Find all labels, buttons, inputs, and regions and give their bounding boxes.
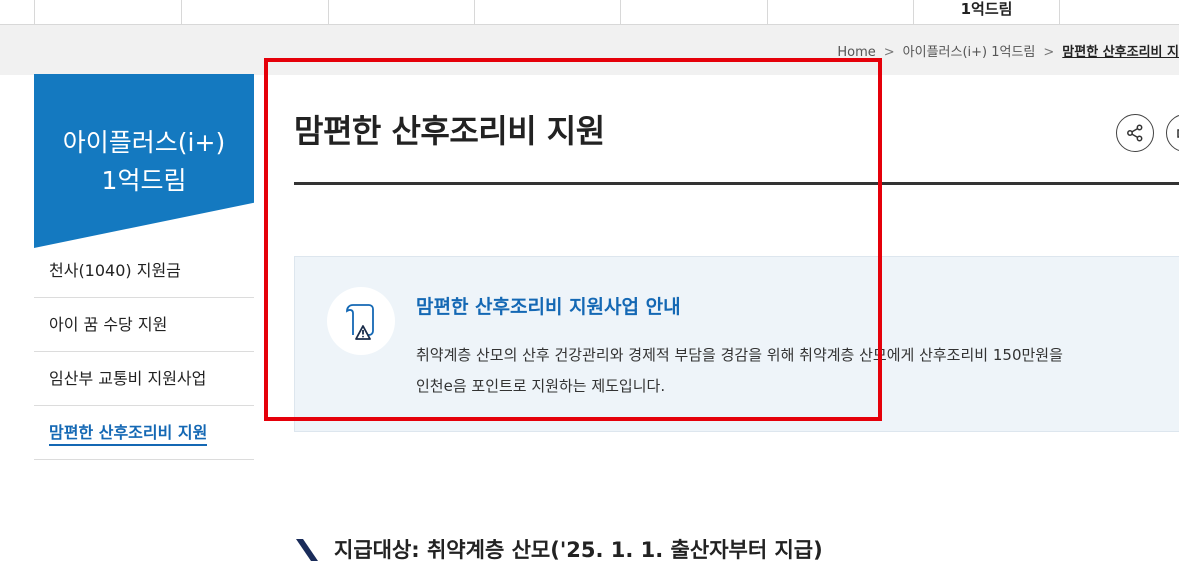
sidebar-item-child-dream-allowance[interactable]: 아이 꿈 수당 지원 — [34, 298, 254, 352]
top-nav-item[interactable] — [620, 0, 767, 24]
sidebar-item-label: 천사(1040) 지원금 — [49, 261, 181, 280]
breadcrumb-separator: > — [883, 45, 895, 60]
top-navigation: 1억드림 — [0, 0, 1179, 25]
print-button[interactable] — [1166, 114, 1179, 152]
top-nav-item[interactable] — [328, 0, 474, 24]
breadcrumb-current[interactable]: 맘편한 산후조리비 지 — [1062, 45, 1179, 60]
breadcrumb-level1[interactable]: 아이플러스(i+) 1억드림 — [903, 45, 1036, 60]
top-nav-item[interactable] — [181, 0, 328, 24]
sidebar-item-label: 임산부 교통비 지원사업 — [49, 369, 207, 388]
sidebar-item-pregnant-transport[interactable]: 임산부 교통비 지원사업 — [34, 352, 254, 406]
sidebar-heading-line2: 1억드림 — [101, 166, 187, 195]
section-title: 지급대상: 취약계층 산모('25. 1. 1. 출산자부터 지급) — [334, 538, 823, 562]
sidebar-item-label: 아이 꿈 수당 지원 — [49, 315, 168, 334]
sidebar-menu: 천사(1040) 지원금 아이 꿈 수당 지원 임산부 교통비 지원사업 맘편한… — [34, 244, 254, 460]
top-nav-item[interactable] — [474, 0, 620, 24]
sidebar-item-postpartum-care[interactable]: 맘편한 산후조리비 지원 — [34, 406, 254, 460]
share-button[interactable] — [1116, 114, 1154, 152]
sidebar-item-label: 맘편한 산후조리비 지원 — [49, 423, 208, 446]
top-nav-item[interactable] — [34, 0, 181, 24]
breadcrumb: Home > 아이플러스(i+) 1억드림 > 맘편한 산후조리비 지 — [837, 41, 1179, 60]
top-nav-item[interactable] — [1059, 0, 1179, 24]
slash-mark-icon — [294, 537, 320, 565]
sidebar-heading-line1: 아이플러스(i+) — [62, 128, 226, 157]
sidebar-heading: 아이플러스(i+) 1억드림 — [34, 74, 254, 248]
breadcrumb-separator: > — [1043, 45, 1055, 60]
top-nav-item-active[interactable]: 1억드림 — [913, 0, 1059, 24]
top-nav-item[interactable] — [767, 0, 913, 24]
highlight-box — [264, 58, 882, 421]
sidebar-item-angel-support[interactable]: 천사(1040) 지원금 — [34, 244, 254, 298]
